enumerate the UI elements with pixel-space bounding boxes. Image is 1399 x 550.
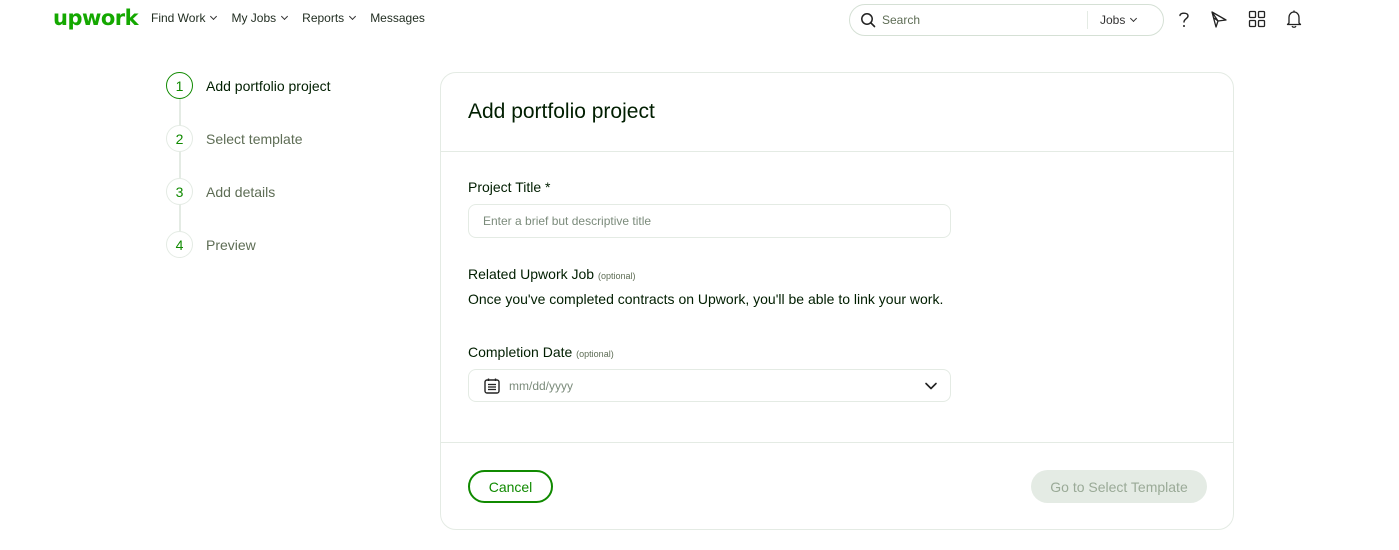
optional-tag: (optional) xyxy=(597,271,636,281)
paper-plane-icon xyxy=(1211,11,1227,28)
chevron-down-icon xyxy=(281,12,289,21)
project-title-input[interactable] xyxy=(468,204,951,238)
step-add-details: 3 Add details xyxy=(166,178,275,205)
upwork-logo[interactable]: upwork xyxy=(53,6,139,30)
completion-date-picker[interactable]: mm/dd/yyyy xyxy=(468,369,951,402)
step-number: 4 xyxy=(166,231,193,258)
step-label: Preview xyxy=(206,236,256,253)
notifications-button[interactable] xyxy=(1283,8,1305,30)
nav-messages-label: Messages xyxy=(370,11,425,25)
chevron-down-icon xyxy=(349,12,357,21)
step-label: Select template xyxy=(206,130,303,147)
nav-my-jobs-label: My Jobs xyxy=(231,11,277,25)
header-divider xyxy=(441,151,1233,152)
step-select-template: 2 Select template xyxy=(166,125,303,152)
main-nav: Find Work My Jobs Reports Messages xyxy=(151,11,425,25)
chevron-down-icon xyxy=(210,12,218,21)
related-job-label-text: Related Upwork Job xyxy=(468,266,595,282)
step-number: 2 xyxy=(166,125,193,152)
search-input[interactable] xyxy=(882,13,1087,27)
nav-messages[interactable]: Messages xyxy=(370,11,425,25)
project-title-label: Project Title * xyxy=(468,179,551,195)
page-title: Add portfolio project xyxy=(468,100,655,123)
step-label: Add portfolio project xyxy=(206,77,331,94)
nav-find-work[interactable]: Find Work xyxy=(151,11,218,25)
completion-date-label-text: Completion Date xyxy=(468,344,573,360)
help-icon xyxy=(1179,12,1189,27)
related-job-helper-text: Once you've completed contracts on Upwor… xyxy=(468,291,944,307)
portfolio-form-card: Add portfolio project Project Title * Re… xyxy=(440,72,1234,530)
footer-divider xyxy=(441,442,1233,443)
apps-grid-icon xyxy=(1248,10,1266,28)
step-label: Add details xyxy=(206,183,276,200)
nav-my-jobs[interactable]: My Jobs xyxy=(231,11,289,25)
step-preview: 4 Preview xyxy=(166,231,256,258)
search-type-label: Jobs xyxy=(1100,13,1126,27)
search-icon xyxy=(861,13,876,28)
calendar-icon xyxy=(484,378,500,394)
optional-tag: (optional) xyxy=(576,349,614,359)
top-navigation: upwork Find Work My Jobs Reports Message… xyxy=(0,0,1399,38)
direct-contracts-button[interactable] xyxy=(1208,8,1230,30)
step-number: 3 xyxy=(166,178,193,205)
nav-reports-label: Reports xyxy=(302,11,345,25)
chevron-down-icon xyxy=(1130,14,1138,23)
notifications-bell-icon xyxy=(1286,10,1302,28)
cancel-button[interactable]: Cancel xyxy=(468,470,553,503)
date-placeholder: mm/dd/yyyy xyxy=(509,378,574,393)
help-button[interactable] xyxy=(1173,8,1195,30)
search-bar: Jobs xyxy=(849,4,1164,36)
go-to-select-template-button[interactable]: Go to Select Template xyxy=(1031,470,1207,503)
related-job-label: Related Upwork Job (optional) xyxy=(468,266,635,282)
completion-date-label: Completion Date (optional) xyxy=(468,344,614,360)
step-number: 1 xyxy=(166,72,193,99)
search-type-dropdown[interactable]: Jobs xyxy=(1088,13,1138,27)
nav-find-work-label: Find Work xyxy=(151,11,206,25)
apps-button[interactable] xyxy=(1246,8,1268,30)
nav-reports[interactable]: Reports xyxy=(302,11,357,25)
chevron-down-icon xyxy=(925,382,937,389)
step-add-portfolio-project: 1 Add portfolio project xyxy=(166,72,331,99)
